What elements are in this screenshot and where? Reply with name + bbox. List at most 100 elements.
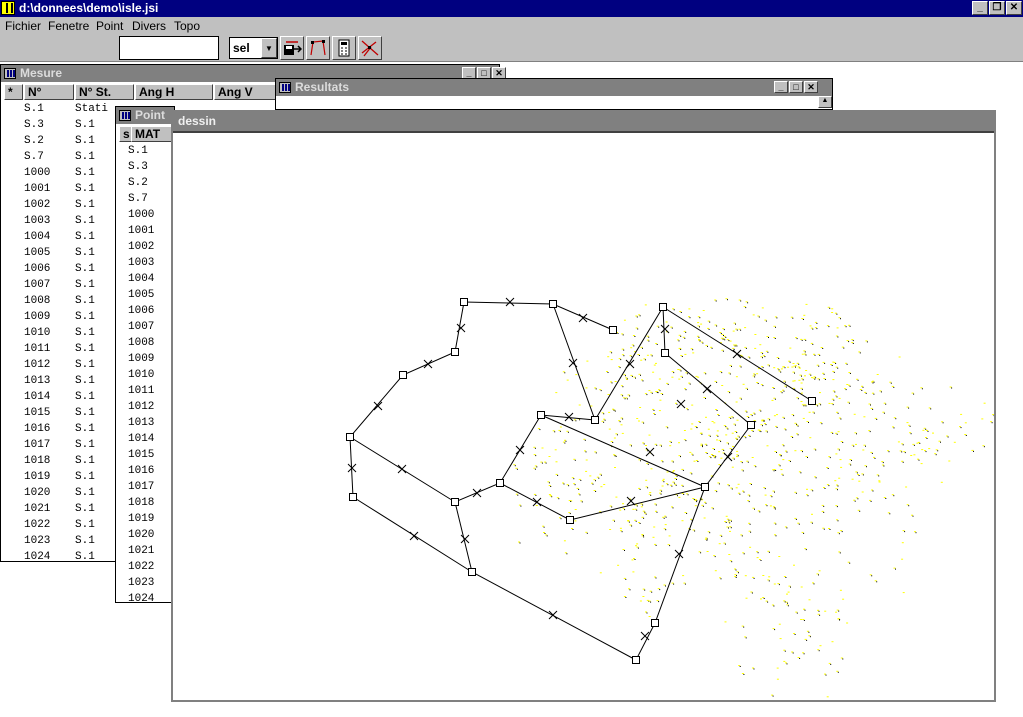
intersection-button[interactable] [358,36,382,60]
point-row[interactable]: 1003 [128,255,154,271]
mesure-row-station[interactable]: S.1 [75,357,108,373]
mesure-row-station[interactable]: S.1 [75,213,108,229]
menu-fenetre[interactable]: Fenetre [48,19,89,33]
mesure-row-number[interactable]: 1019 [24,469,50,485]
mesure-row-station[interactable]: S.1 [75,405,108,421]
point-row[interactable]: S.3 [128,159,154,175]
resultats-title-bar[interactable]: Resultats _ □ ✕ [276,79,832,96]
mesure-row-number[interactable]: 1016 [24,421,50,437]
mesure-row-station[interactable]: S.1 [75,453,108,469]
calculator-button[interactable] [332,36,356,60]
mesure-row-station[interactable]: S.1 [75,437,108,453]
restore-icon[interactable]: ❐ [989,1,1005,15]
close-icon[interactable]: ✕ [804,81,818,93]
mesure-row-number[interactable]: 1010 [24,325,50,341]
command-input[interactable] [119,36,219,60]
point-title-bar[interactable]: Point [116,107,174,124]
menu-point[interactable]: Point [96,19,123,33]
menu-topo[interactable]: Topo [174,19,200,33]
mesure-row-station[interactable]: S.1 [75,149,108,165]
point-col-mat[interactable]: MAT [131,126,174,142]
mesure-row-number[interactable]: 1020 [24,485,50,501]
mesure-row-number[interactable]: 1015 [24,405,50,421]
mesure-row-station[interactable]: S.1 [75,549,108,565]
mesure-row-station[interactable]: S.1 [75,501,108,517]
mesure-row-number[interactable]: 1017 [24,437,50,453]
mesure-row-number[interactable]: S.7 [24,149,50,165]
polyline-button[interactable] [306,36,330,60]
point-row[interactable]: 1008 [128,335,154,351]
maximize-icon[interactable]: □ [789,81,803,93]
mesure-row-number[interactable]: 1018 [24,453,50,469]
point-row[interactable]: 1013 [128,415,154,431]
point-row[interactable]: 1024 [128,591,154,602]
mesure-row-number[interactable]: 1000 [24,165,50,181]
point-row[interactable]: S.2 [128,175,154,191]
minimize-icon[interactable]: _ [972,1,988,15]
mesure-row-station[interactable]: S.1 [75,117,108,133]
mesure-row-number[interactable]: 1013 [24,373,50,389]
chevron-down-icon[interactable]: ▼ [261,38,277,58]
point-row[interactable]: 1023 [128,575,154,591]
mesure-row-station[interactable]: S.1 [75,245,108,261]
mesure-row-number[interactable]: 1009 [24,309,50,325]
point-row[interactable]: 1018 [128,495,154,511]
point-row[interactable]: 1016 [128,463,154,479]
point-row[interactable]: 1022 [128,559,154,575]
point-row[interactable]: 1009 [128,351,154,367]
mesure-row-station[interactable]: S.1 [75,421,108,437]
point-row[interactable]: 1011 [128,383,154,399]
close-icon[interactable]: ✕ [1006,1,1022,15]
mesure-row-number[interactable]: 1003 [24,213,50,229]
scroll-up-icon[interactable]: ▲ [818,96,832,108]
mesure-row-station[interactable]: S.1 [75,533,108,549]
point-row[interactable]: 1000 [128,207,154,223]
mesure-row-number[interactable]: 1024 [24,549,50,565]
mesure-row-station[interactable]: S.1 [75,485,108,501]
mesure-row-station[interactable]: S.1 [75,133,108,149]
mesure-row-number[interactable]: 1021 [24,501,50,517]
point-window[interactable]: Point s MAT S.1 S.3 S.2 S.7 1000 1001 1002 1003… [115,106,175,603]
drawing-canvas[interactable] [173,131,1011,702]
point-row[interactable]: 1004 [128,271,154,287]
mesure-row-number[interactable]: 1004 [24,229,50,245]
mesure-row-number[interactable]: S.2 [24,133,50,149]
save-export-button[interactable] [280,36,304,60]
app-icon[interactable] [1,1,15,15]
mesure-col-number[interactable]: N° [24,84,74,100]
mesure-row-number[interactable]: 1007 [24,277,50,293]
mesure-col-station[interactable]: N° St. [75,84,134,100]
mesure-row-number[interactable]: 1023 [24,533,50,549]
mesure-row-number[interactable]: 1005 [24,245,50,261]
mesure-row-station[interactable]: S.1 [75,517,108,533]
point-row[interactable]: 1020 [128,527,154,543]
point-row[interactable]: 1010 [128,367,154,383]
point-row[interactable]: 1015 [128,447,154,463]
mesure-row-number[interactable]: 1006 [24,261,50,277]
mesure-row-station[interactable]: S.1 [75,325,108,341]
point-row[interactable]: 1012 [128,399,154,415]
survey-plot[interactable] [173,133,1011,702]
mesure-row-station[interactable]: S.1 [75,197,108,213]
mesure-row-number[interactable]: 1011 [24,341,50,357]
mesure-col-marker[interactable]: * [4,84,23,100]
mesure-row-station[interactable]: S.1 [75,389,108,405]
mesure-row-station[interactable]: S.1 [75,341,108,357]
mesure-row-number[interactable]: S.1 [24,101,50,117]
mesure-row-number[interactable]: 1001 [24,181,50,197]
point-row[interactable]: 1017 [128,479,154,495]
mesure-row-station[interactable]: S.1 [75,309,108,325]
mesure-row-number[interactable]: 1002 [24,197,50,213]
menu-fichier[interactable]: Fichier [5,19,41,33]
mesure-row-station[interactable]: S.1 [75,229,108,245]
point-row[interactable]: 1006 [128,303,154,319]
mesure-row-number[interactable]: 1012 [24,357,50,373]
dessin-title-bar[interactable]: dessin [173,112,994,131]
resultats-window[interactable]: Resultats _ □ ✕ ▲ [275,78,833,110]
point-row[interactable]: 1014 [128,431,154,447]
mesure-row-station[interactable]: S.1 [75,261,108,277]
mesure-row-number[interactable]: S.3 [24,117,50,133]
point-row[interactable]: 1021 [128,543,154,559]
mode-select[interactable]: sel ▼ [229,37,278,59]
mesure-col-angh[interactable]: Ang H [135,84,213,100]
